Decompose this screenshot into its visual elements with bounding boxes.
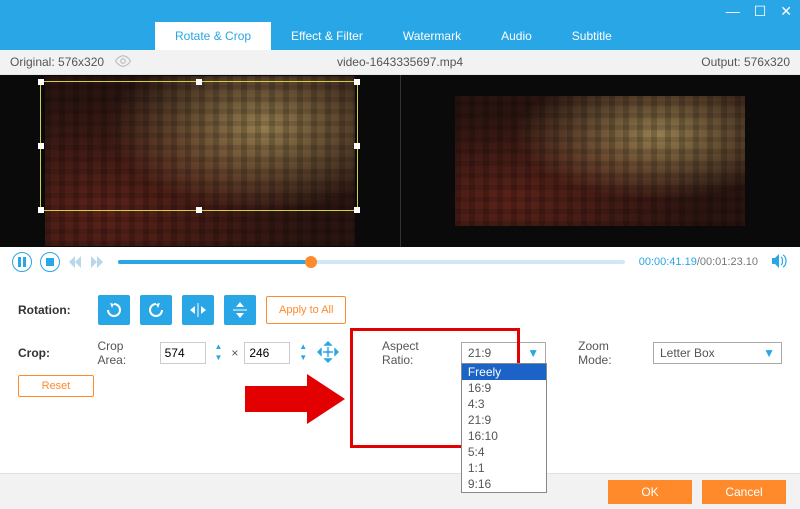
crop-handle[interactable] [354,143,360,149]
stepper-up-icon[interactable]: ▲ [296,342,310,353]
rotation-label: Rotation: [18,303,88,317]
aspect-option[interactable]: 1:1 [462,460,546,476]
cancel-button[interactable]: Cancel [702,480,786,504]
controls-panel: Rotation: Apply to All Crop: Crop Area: … [0,277,800,397]
close-icon[interactable]: ✕ [780,3,792,20]
aspect-option[interactable]: 16:9 [462,380,546,396]
aspect-option[interactable]: 5:4 [462,444,546,460]
play-button[interactable] [12,252,32,272]
original-label: Original: 576x320 [10,55,104,69]
footer-bar: OK Cancel [0,473,800,509]
chevron-down-icon: ▼ [763,346,775,360]
flip-horizontal-button[interactable] [182,295,214,325]
crop-area-label: Crop Area: [97,339,153,367]
playback-bar: 00:00:41.19/00:01:23.10 [0,247,800,277]
crop-handle[interactable] [354,207,360,213]
title-bar: ― ☐ ✕ [0,0,800,22]
zoom-mode-select[interactable]: Letter Box▼ [653,342,782,364]
maximize-icon[interactable]: ☐ [754,3,767,20]
tab-audio[interactable]: Audio [481,22,552,50]
aspect-option[interactable]: 9:16 [462,476,546,492]
crop-handle[interactable] [38,207,44,213]
crop-rectangle[interactable] [40,81,358,211]
move-icon[interactable] [316,340,340,367]
crop-handle[interactable] [196,207,202,213]
crop-handle[interactable] [196,79,202,85]
aspect-option[interactable]: 16:10 [462,428,546,444]
crop-height-input[interactable] [244,342,290,364]
filename-label: video-1643335697.mp4 [337,55,463,69]
aspect-ratio-dropdown: Freely 16:9 4:3 21:9 16:10 5:4 1:1 9:16 [461,363,547,493]
ok-button[interactable]: OK [608,480,692,504]
crop-label: Crop: [18,346,87,360]
info-bar: Original: 576x320 video-1643335697.mp4 O… [0,50,800,75]
crop-handle[interactable] [38,79,44,85]
next-button[interactable] [90,255,104,269]
aspect-option[interactable]: 4:3 [462,396,546,412]
rotate-right-button[interactable] [140,295,172,325]
tab-effect-filter[interactable]: Effect & Filter [271,22,383,50]
aspect-option[interactable]: 21:9 [462,412,546,428]
annotation-arrow-icon [245,374,345,427]
apply-to-all-button[interactable]: Apply to All [266,296,346,324]
aspect-ratio-select[interactable]: 21:9▼ [461,342,546,364]
zoom-mode-label: Zoom Mode: [578,339,645,367]
crop-sep: × [231,346,238,360]
stepper-up-icon[interactable]: ▲ [212,342,226,353]
minimize-icon[interactable]: ― [726,3,740,19]
crop-handle[interactable] [38,143,44,149]
reset-button[interactable]: Reset [18,375,94,397]
chevron-down-icon: ▼ [527,346,539,360]
aspect-ratio-label: Aspect Ratio: [382,339,453,367]
crop-handle[interactable] [354,79,360,85]
rotate-left-button[interactable] [98,295,130,325]
stop-button[interactable] [40,252,60,272]
prev-button[interactable] [68,255,82,269]
preview-original [0,75,400,247]
output-label: Output: 576x320 [701,55,800,69]
preview-area [0,75,800,247]
volume-icon[interactable] [772,254,788,271]
seek-slider[interactable] [118,260,625,264]
aspect-option[interactable]: Freely [462,364,546,380]
stepper-down-icon[interactable]: ▼ [296,353,310,364]
stepper-down-icon[interactable]: ▼ [212,353,226,364]
tab-subtitle[interactable]: Subtitle [552,22,632,50]
time-display: 00:00:41.19/00:01:23.10 [639,256,758,268]
tab-rotate-crop[interactable]: Rotate & Crop [155,22,271,50]
seek-knob[interactable] [305,256,317,268]
eye-icon[interactable] [114,55,132,70]
crop-width-input[interactable] [160,342,206,364]
tab-bar: Rotate & Crop Effect & Filter Watermark … [0,22,800,50]
video-thumb-output [455,96,745,226]
flip-vertical-button[interactable] [224,295,256,325]
tab-watermark[interactable]: Watermark [383,22,481,50]
preview-output [400,75,800,247]
